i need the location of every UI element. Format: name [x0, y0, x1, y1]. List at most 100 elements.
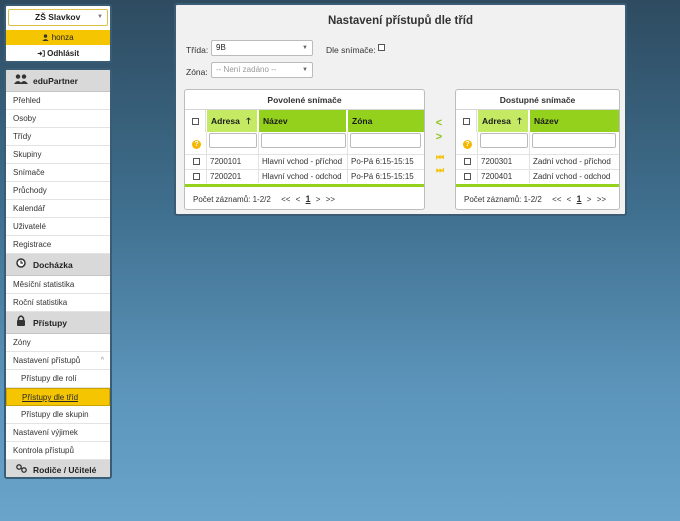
move-all-right-button[interactable]: ⏭ [432, 165, 446, 176]
cell-zona: Po-Pá 6:15-15:15 [351, 172, 414, 181]
sidebar-item-kalendar[interactable]: Kalendář [6, 200, 110, 218]
sidebar-item-skupiny[interactable]: Skupiny [6, 146, 110, 164]
allowed-filter-adresa[interactable] [209, 133, 257, 148]
row-checkbox-cell [461, 155, 475, 169]
dle-snimace-checkbox[interactable] [378, 44, 385, 51]
available-select-all[interactable] [456, 110, 477, 132]
sidebar-item-label: Nastavení přístupů [13, 356, 81, 365]
dle-snimace-label: Dle snímače: [326, 45, 376, 55]
user-icon [42, 33, 51, 42]
sidebar-item-pruchody[interactable]: Průchody [6, 182, 110, 200]
move-all-left-button[interactable]: ⏮ [432, 152, 446, 163]
available-filter-adresa[interactable] [480, 133, 528, 148]
pager-last[interactable]: >> [597, 195, 606, 204]
table-row[interactable]: 7200301 Zadní vchod - příchod [456, 154, 619, 168]
allowed-col-adresa[interactable]: Adresa 🡑 [207, 110, 258, 132]
table-row[interactable]: 7200401 Zadní vchod - odchod [456, 169, 619, 183]
logout-label: Odhlásit [47, 49, 80, 58]
pager-current[interactable]: 1 [577, 194, 582, 204]
cell-adresa: 7200301 [481, 157, 513, 166]
sidebar-item-mesicni-statistika[interactable]: Měsíční statistika [6, 276, 110, 294]
sidebar-item-kontrola-pristupu[interactable]: Kontrola přístupů [6, 442, 110, 460]
logout-icon [37, 49, 47, 58]
sidebar-item-tridy[interactable]: Třídy [6, 128, 110, 146]
sidebar-item-uzivatele[interactable]: Uživatelé [6, 218, 110, 236]
allowed-select-all[interactable] [185, 110, 206, 132]
sidebar-section-label: Přístupy [33, 318, 68, 328]
sidebar-item-pristupy-dle-skupin[interactable]: Přístupy dle skupin [6, 406, 110, 424]
cell-adresa: 7200401 [481, 172, 513, 181]
select-all-checkbox[interactable] [462, 118, 470, 126]
school-select-value: ZŠ Slavkov [35, 12, 81, 22]
pager-prev[interactable]: < [567, 195, 572, 204]
sidebar-item-rocni-statistika[interactable]: Roční statistika [6, 294, 110, 312]
available-col-adresa[interactable]: Adresa 🡑 [478, 110, 529, 132]
sidebar-item-pristupy-dle-roli[interactable]: Přístupy dle rolí [6, 370, 110, 388]
sidebar-item-nastaveni-pristupu[interactable]: Nastavení přístupů ^ [6, 352, 110, 370]
available-filter-nazev[interactable] [532, 133, 616, 148]
sidebar-section-label: eduPartner [33, 76, 78, 86]
allowed-readers-box: Povolené snímače Adresa 🡑 Název Zóna ? 7… [184, 89, 425, 210]
allowed-col-nazev[interactable]: Název [259, 110, 347, 132]
sidebar-item-nastaveni-vyjimek[interactable]: Nastavení výjimek [6, 424, 110, 442]
sidebar-item-osoby[interactable]: Osoby [6, 110, 110, 128]
sidebar-section-dochazka[interactable]: Docházka [6, 254, 110, 276]
sidebar-item-snimace[interactable]: Snímače [6, 164, 110, 182]
allowed-filter-nazev[interactable] [261, 133, 346, 148]
column-divider [477, 132, 478, 183]
row-checkbox-cell [190, 170, 204, 184]
allowed-col-zona[interactable]: Zóna [348, 110, 424, 132]
user-name: honza [51, 33, 74, 42]
trida-select[interactable]: 9B ▼ [211, 40, 313, 56]
record-count: Počet záznamů: 1-2/2 [464, 195, 542, 204]
clock-icon [14, 255, 28, 277]
available-col-nazev[interactable]: Název [530, 110, 619, 132]
pager-prev[interactable]: < [296, 195, 301, 204]
page-title: Nastavení přístupů dle tříd [327, 15, 474, 27]
record-count: Počet záznamů: 1-2/2 [193, 195, 271, 204]
pager-current[interactable]: 1 [306, 194, 311, 204]
row-checkbox[interactable] [193, 173, 200, 181]
pager-first[interactable]: << [552, 195, 561, 204]
sort-asc-icon: 🡑 [246, 116, 251, 126]
help-icon[interactable]: ? [463, 140, 472, 149]
cell-adresa: 7200201 [210, 172, 242, 181]
chevron-down-icon: ▼ [302, 67, 308, 73]
user-bar[interactable]: honza [6, 30, 110, 45]
pager-next[interactable]: > [587, 195, 592, 204]
move-right-button[interactable]: > [432, 132, 446, 143]
row-checkbox[interactable] [464, 173, 471, 181]
help-icon[interactable]: ? [192, 140, 201, 149]
row-checkbox[interactable] [464, 158, 471, 166]
school-select[interactable]: ZŠ Slavkov ▼ [8, 9, 108, 26]
sidebar-section-rodice-ucitele[interactable]: Rodiče / Učitelé [6, 460, 110, 477]
select-all-checkbox[interactable] [191, 118, 199, 126]
available-readers-box: Dostupné snímače Adresa 🡑 Název ? 720030… [455, 89, 620, 210]
cell-nazev: Hlavní vchod - odchod [262, 172, 342, 181]
row-checkbox-cell [190, 155, 204, 169]
sidebar-section-label: Docházka [33, 260, 73, 270]
pager-last[interactable]: >> [326, 195, 335, 204]
move-left-button[interactable]: < [432, 118, 446, 129]
pager-first[interactable]: << [281, 195, 290, 204]
cell-nazev: Hlavní vchod - příchod [262, 157, 343, 166]
zona-select[interactable]: -- Není zadáno -- ▼ [211, 62, 313, 78]
sidebar-item-pristupy-dle-trid[interactable]: Přístupy dle tříd [6, 388, 110, 406]
sidebar-section-edupartner[interactable]: eduPartner [6, 70, 110, 92]
zona-select-placeholder: -- Není zadáno -- [216, 65, 277, 74]
logout-button[interactable]: Odhlásit [6, 47, 110, 61]
table-row[interactable]: 7200101 Hlavní vchod - příchod Po-Pá 6:1… [185, 154, 424, 168]
link-icon [14, 461, 28, 477]
column-header-label: Adresa [482, 116, 511, 126]
allowed-filter-zona[interactable] [350, 133, 421, 148]
cell-nazev: Zadní vchod - příchod [533, 157, 611, 166]
table-row[interactable]: 7200201 Hlavní vchod - odchod Po-Pá 6:15… [185, 169, 424, 183]
sidebar-item-zony[interactable]: Zóny [6, 334, 110, 352]
column-divider [206, 132, 207, 183]
pager-next[interactable]: > [316, 195, 321, 204]
row-checkbox-cell [461, 170, 475, 184]
sidebar-item-registrace[interactable]: Registrace [6, 236, 110, 254]
row-checkbox[interactable] [193, 158, 200, 166]
sidebar-item-prehled[interactable]: Přehled [6, 92, 110, 110]
sidebar-section-pristupy[interactable]: Přístupy [6, 312, 110, 334]
